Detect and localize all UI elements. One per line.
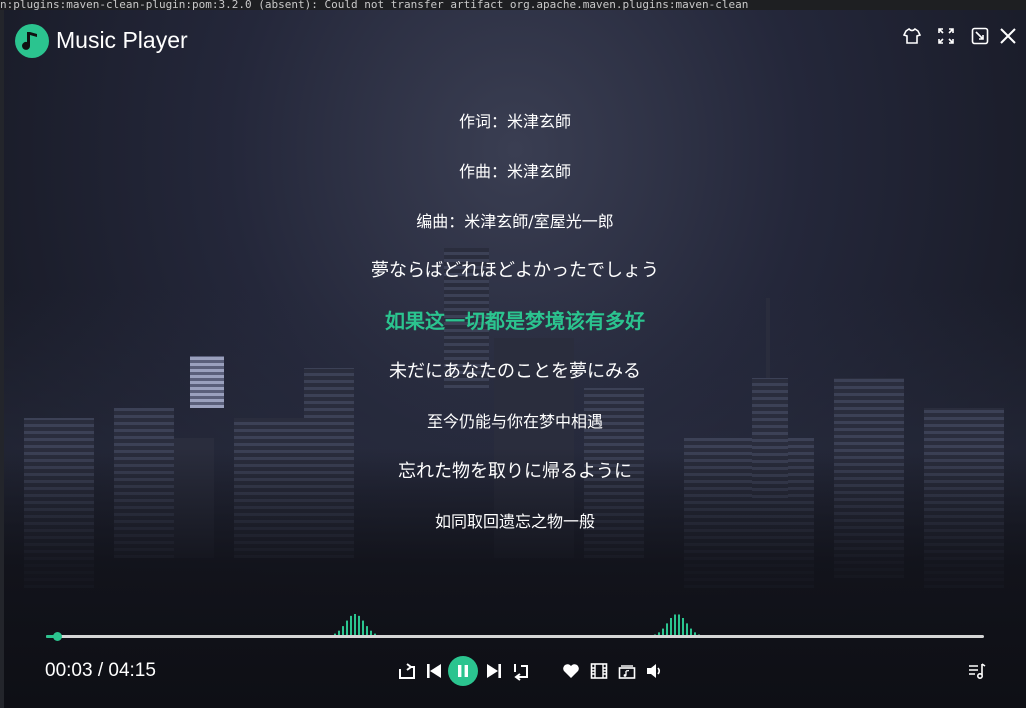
- repeat-one-icon: [514, 664, 528, 681]
- volume-button[interactable]: [643, 660, 665, 682]
- minimize-button[interactable]: [970, 26, 990, 46]
- favorite-button[interactable]: [560, 660, 582, 682]
- fullscreen-button[interactable]: [936, 26, 956, 46]
- lyric-line: 忘れた物を取りに帰るように: [398, 461, 632, 482]
- close-icon: [1000, 28, 1016, 44]
- visualizer-bar: [362, 620, 364, 636]
- visualizer-bar: [682, 617, 684, 636]
- next-button[interactable]: [484, 660, 504, 682]
- lyric-line: 编曲：米津玄師/室屋光一郎: [416, 212, 614, 231]
- visualizer-bar: [354, 614, 356, 636]
- expand-icon: [938, 28, 954, 44]
- speaker-icon: [647, 664, 661, 678]
- music-player-window: Music Player 作词：米津玄師 作曲：米津玄師 编曲：米津玄師/室屋光…: [4, 10, 1026, 708]
- music-note-icon: [15, 24, 49, 58]
- audio-visualizer: [194, 614, 836, 636]
- visualizer-bar: [670, 617, 672, 636]
- close-button[interactable]: [998, 26, 1018, 46]
- lyric-line: 夢ならばどれほどよかったでしょう: [371, 260, 659, 281]
- lyric-line: 至今仍能与你在梦中相遇: [426, 412, 603, 431]
- background-terminal-text: n:plugins:maven-clean-plugin:pom:3.2.0 (…: [0, 0, 1026, 10]
- time-separator: /: [92, 660, 109, 681]
- lyric-line: 作曲：米津玄師: [458, 162, 571, 181]
- mv-button[interactable]: [588, 660, 610, 682]
- skin-button[interactable]: [902, 26, 922, 46]
- current-time: 00:03: [45, 660, 93, 681]
- lyric-line-current: 如果这一切都是梦境该有多好: [385, 309, 645, 333]
- visualizer-bar: [674, 614, 676, 636]
- visualizer-bar: [678, 614, 680, 636]
- lyrics-card-icon: [618, 665, 636, 679]
- visualizer-bar: [358, 615, 360, 636]
- minimize-to-tray-icon: [971, 27, 989, 45]
- loop-mode-button[interactable]: [396, 660, 418, 682]
- title-bar: Music Player: [4, 10, 1026, 70]
- visualizer-bar: [346, 620, 348, 636]
- single-repeat-button[interactable]: [510, 660, 532, 682]
- lyrics-toggle-button[interactable]: [616, 660, 638, 682]
- repeat-icon: [399, 663, 415, 679]
- heart-icon: [563, 664, 579, 678]
- lyric-line: 如同取回遗忘之物一般: [434, 512, 595, 531]
- pause-icon: [458, 665, 468, 677]
- skip-previous-icon: [427, 664, 441, 678]
- shirt-icon: [903, 27, 921, 44]
- film-icon: [590, 663, 608, 679]
- app-title: Music Player: [56, 27, 188, 53]
- visualizer-bar: [350, 615, 352, 636]
- previous-button[interactable]: [424, 660, 444, 682]
- play-pause-button[interactable]: [448, 656, 478, 686]
- lyric-line: 作词：米津玄師: [458, 112, 571, 131]
- time-display: 00:03 / 04:15: [45, 660, 156, 682]
- playlist-icon: [969, 663, 986, 680]
- playlist-button[interactable]: [966, 660, 988, 682]
- lyric-line: 未だにあなたのことを夢にみる: [389, 361, 641, 382]
- progress-bar[interactable]: [46, 632, 984, 641]
- total-time: 04:15: [108, 660, 156, 681]
- skip-next-icon: [487, 664, 501, 678]
